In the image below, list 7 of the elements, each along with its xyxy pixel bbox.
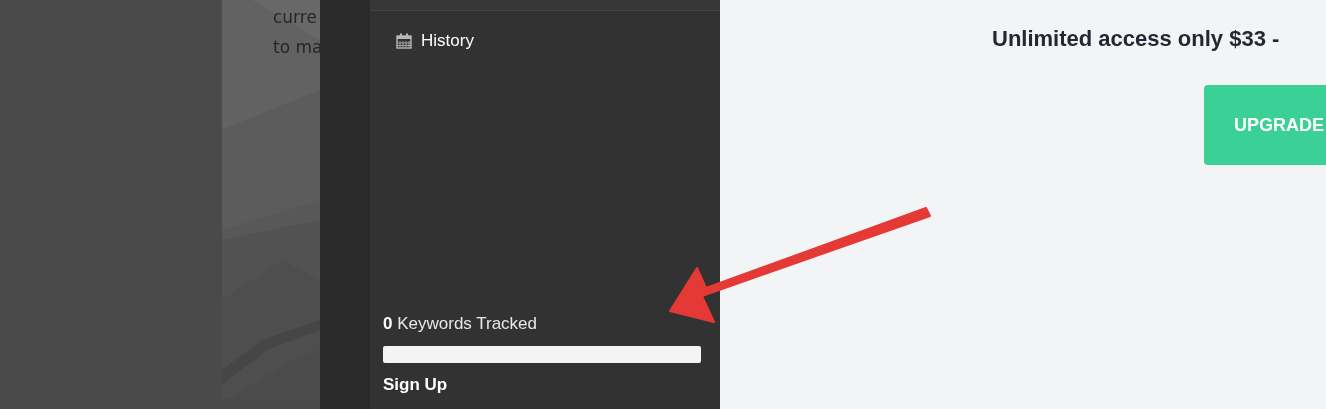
sidebar-item[interactable]: History [396,31,474,51]
keywords-count: 0 Keywords Tracked [383,314,538,334]
sign-up-link[interactable]: Sign Up [383,375,448,395]
text-line: curre [273,6,317,29]
heading: Unlimited access only $33 - [992,26,1280,52]
text-line: to ma [273,36,320,59]
calendar-icon [396,33,412,49]
